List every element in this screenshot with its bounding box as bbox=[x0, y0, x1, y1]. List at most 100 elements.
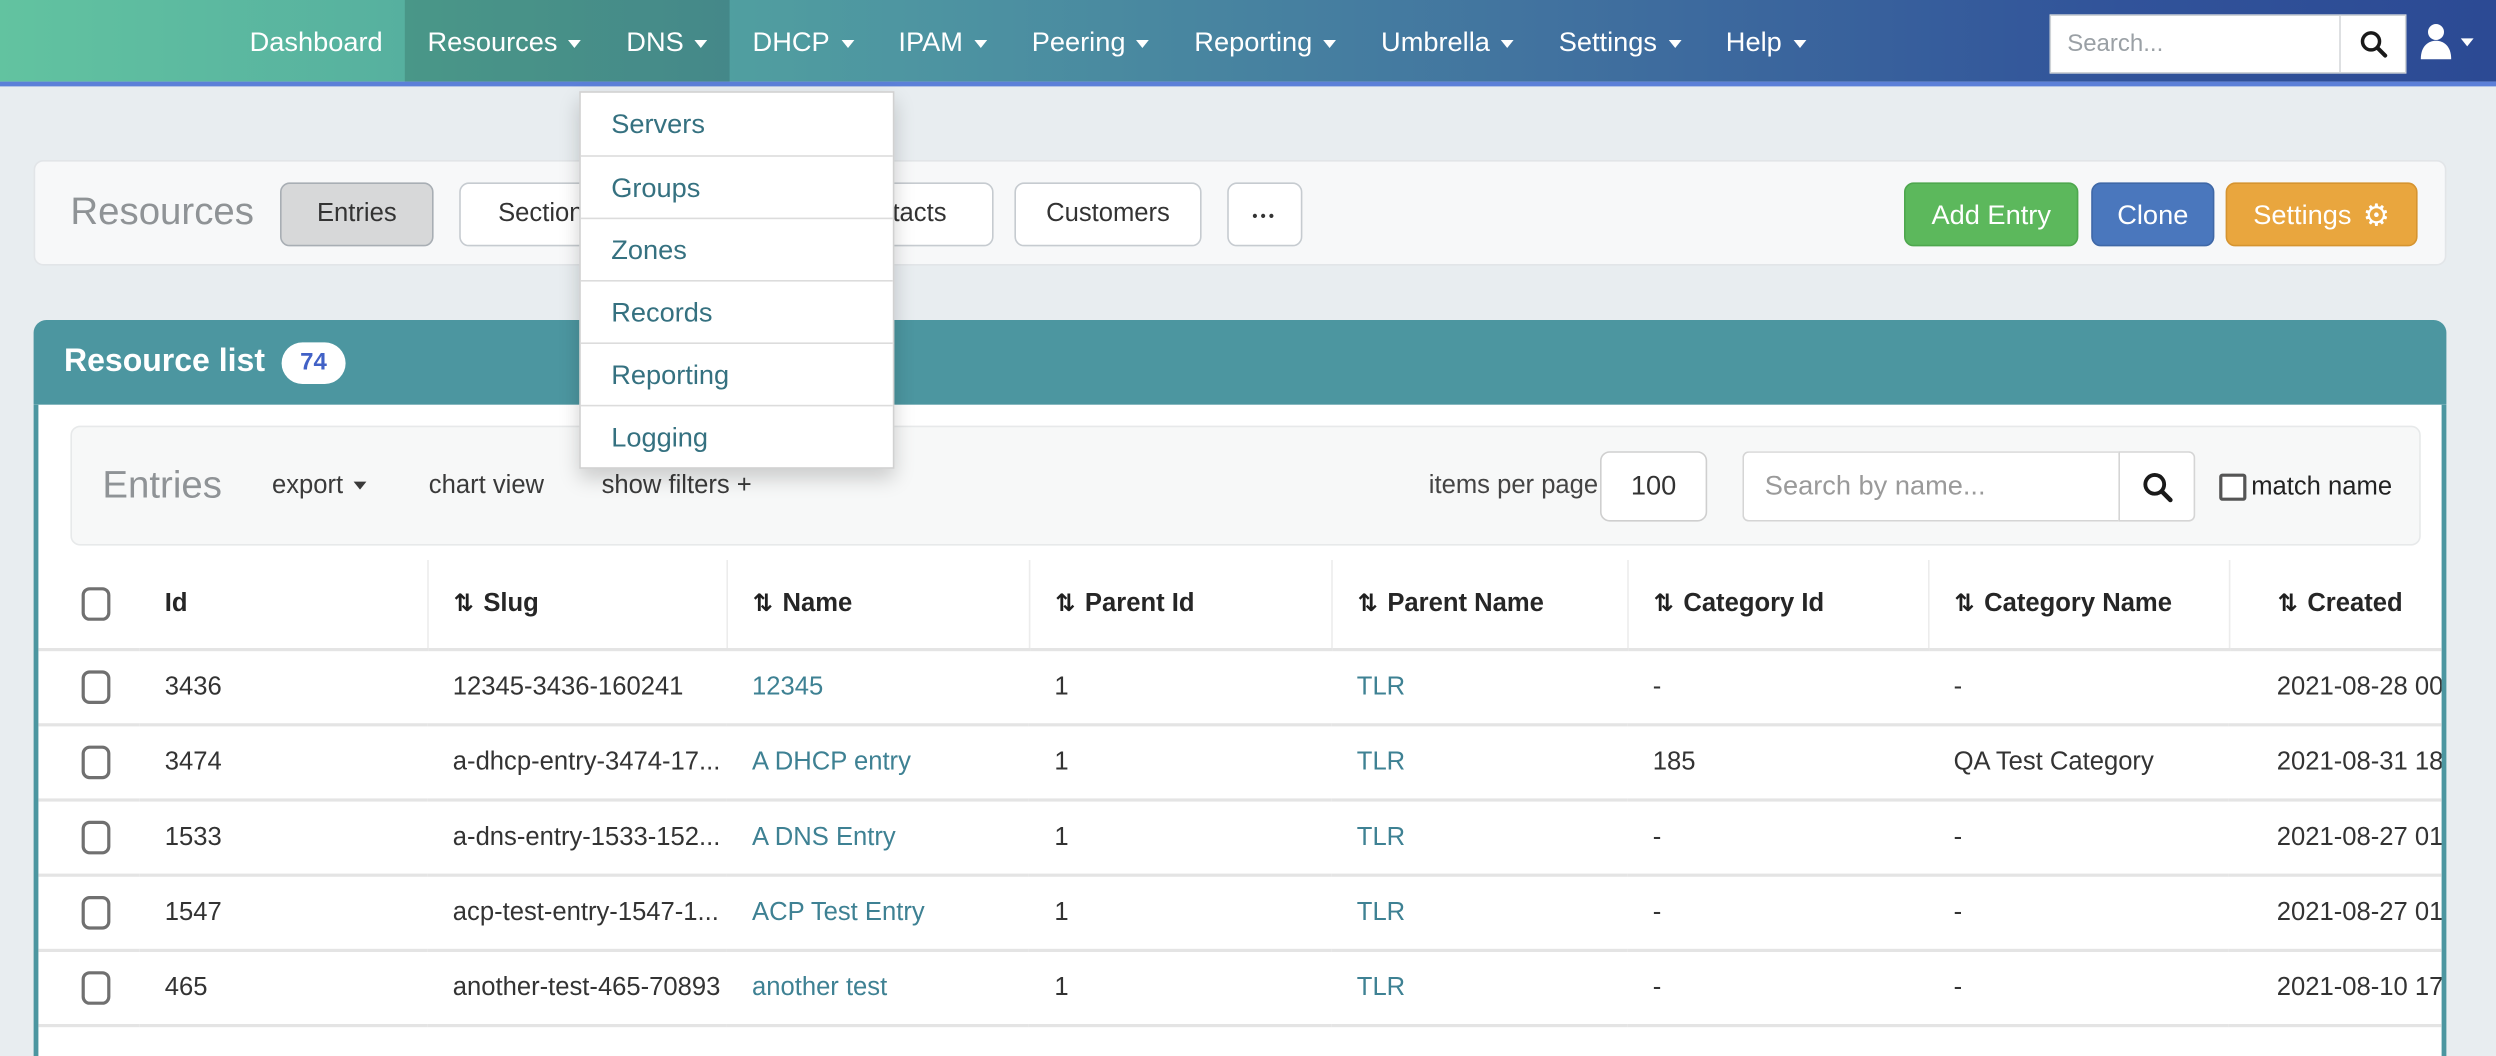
items-per-page-input[interactable] bbox=[1600, 451, 1707, 521]
more-tabs-button[interactable]: ••• bbox=[1227, 182, 1302, 246]
cell-category-id: 185 bbox=[1627, 725, 1928, 800]
global-search bbox=[2050, 14, 2407, 73]
nav-item-peering[interactable]: Peering bbox=[1009, 0, 1172, 82]
nav-label: Umbrella bbox=[1381, 27, 1490, 57]
column-label: Slug bbox=[483, 590, 538, 617]
menu-item-servers[interactable]: Servers bbox=[581, 93, 893, 155]
cell-slug: a-dns-entry-1533-152... bbox=[427, 800, 726, 875]
column-header-category-id[interactable]: ⇅Category Id bbox=[1627, 560, 1928, 650]
column-header-parent-name[interactable]: ⇅ Parent Name bbox=[1331, 560, 1627, 650]
menu-item-reporting[interactable]: Reporting bbox=[581, 342, 893, 404]
global-search-button[interactable] bbox=[2339, 16, 2405, 72]
cell-id: 3474 bbox=[139, 725, 427, 800]
entries-toolbar: Entries export chart view show filters +… bbox=[70, 426, 2420, 546]
entry-name-link[interactable]: 12345 bbox=[752, 673, 823, 700]
cell-slug: another-test-465-70893 bbox=[427, 950, 726, 1025]
column-header-slug[interactable]: ⇅ Slug bbox=[427, 560, 726, 650]
cell-category-id: - bbox=[1627, 950, 1928, 1025]
entry-name-link[interactable]: another test bbox=[752, 974, 887, 1001]
menu-item-logging[interactable]: Logging bbox=[581, 405, 893, 467]
column-label: Category Id bbox=[1683, 590, 1824, 617]
cell-id: 1547 bbox=[139, 875, 427, 950]
select-all-checkbox[interactable] bbox=[82, 587, 111, 621]
export-label: export bbox=[272, 472, 343, 499]
cell-category-id: - bbox=[1627, 800, 1928, 875]
row-checkbox[interactable] bbox=[82, 670, 111, 704]
menu-item-zones[interactable]: Zones bbox=[581, 218, 893, 280]
cell-parent-id: 1 bbox=[1029, 950, 1331, 1025]
resource-list-body: Entries export chart view show filters +… bbox=[34, 405, 2447, 1056]
row-checkbox[interactable] bbox=[82, 896, 111, 930]
entry-name-link[interactable]: A DHCP entry bbox=[752, 748, 911, 775]
parent-name-link[interactable]: TLR bbox=[1357, 823, 1405, 850]
resource-count-badge: 74 bbox=[281, 342, 346, 384]
nav-label: Reporting bbox=[1194, 27, 1312, 57]
resource-list-title: Resource list bbox=[64, 344, 265, 381]
settings-button[interactable]: Settings⚙ bbox=[2226, 182, 2418, 246]
nav-item-resources[interactable]: Resources bbox=[405, 0, 604, 82]
column-header-id[interactable]: Id bbox=[139, 560, 427, 650]
parent-name-link[interactable]: TLR bbox=[1357, 898, 1405, 925]
table-row bbox=[38, 1026, 2446, 1056]
nav-item-settings[interactable]: Settings bbox=[1536, 0, 1703, 82]
user-icon bbox=[2419, 22, 2453, 60]
chevron-down-icon bbox=[974, 40, 987, 48]
export-dropdown[interactable]: export bbox=[272, 427, 367, 544]
clone-button[interactable]: Clone bbox=[2091, 182, 2214, 246]
nav-item-help[interactable]: Help bbox=[1703, 0, 1828, 82]
parent-name-link[interactable]: TLR bbox=[1357, 673, 1405, 700]
parent-name-link[interactable]: TLR bbox=[1357, 974, 1405, 1001]
cell-id: 1533 bbox=[139, 800, 427, 875]
nav-item-reporting[interactable]: Reporting bbox=[1172, 0, 1359, 82]
column-header-category-name[interactable]: ⇅Category Name bbox=[1928, 560, 2229, 650]
chevron-down-icon bbox=[1501, 40, 1514, 48]
table-header-row: Id ⇅ Slug ⇅Name ⇅Parent Id ⇅ Parent Name ⇅… bbox=[38, 560, 2446, 650]
resource-list-header: Resource list 74 bbox=[34, 320, 2447, 405]
entry-name-link[interactable]: A DNS Entry bbox=[752, 823, 896, 850]
table-row: 3474 a-dhcp-entry-3474-17... A DHCP entr… bbox=[38, 725, 2446, 800]
row-checkbox[interactable] bbox=[82, 971, 111, 1005]
column-label: Parent Name bbox=[1387, 590, 1544, 617]
column-header-parent-id[interactable]: ⇅Parent Id bbox=[1029, 560, 1331, 650]
add-entry-button[interactable]: Add Entry bbox=[1904, 182, 2078, 246]
chevron-down-icon bbox=[354, 482, 367, 490]
parent-name-link[interactable]: TLR bbox=[1357, 748, 1405, 775]
items-per-page-label: items per page bbox=[1429, 427, 1598, 544]
user-menu[interactable] bbox=[2419, 22, 2473, 60]
nav-item-ipam[interactable]: IPAM bbox=[876, 0, 1009, 82]
sort-icon: ⇅ bbox=[454, 590, 474, 617]
row-checkbox[interactable] bbox=[82, 821, 111, 855]
name-search-button[interactable] bbox=[2118, 451, 2195, 521]
row-checkbox[interactable] bbox=[82, 746, 111, 780]
global-search-input[interactable] bbox=[2051, 16, 2339, 72]
nav-item-umbrella[interactable]: Umbrella bbox=[1359, 0, 1537, 82]
sort-icon: ⇅ bbox=[1358, 590, 1378, 617]
cell-slug: a-dhcp-entry-3474-17... bbox=[427, 725, 726, 800]
cell-created: 2021-08-31 18 bbox=[2229, 725, 2447, 800]
name-search-input[interactable] bbox=[1742, 451, 2118, 521]
search-icon bbox=[2140, 470, 2174, 504]
nav-label: Help bbox=[1726, 27, 1782, 57]
entries-table-wrap: Id ⇅ Slug ⇅Name ⇅Parent Id ⇅ Parent Name ⇅… bbox=[38, 560, 2446, 1056]
nav-label: Resources bbox=[427, 27, 557, 57]
menu-item-records[interactable]: Records bbox=[581, 280, 893, 342]
chart-view-link[interactable]: chart view bbox=[429, 427, 544, 544]
nav-item-dhcp[interactable]: DHCP bbox=[730, 0, 876, 82]
entry-name-link[interactable]: ACP Test Entry bbox=[752, 898, 925, 925]
cell-slug: acp-test-entry-1547-1... bbox=[427, 875, 726, 950]
column-header-name[interactable]: ⇅Name bbox=[726, 560, 1028, 650]
match-name-checkbox[interactable] bbox=[2219, 474, 2246, 501]
match-name-option[interactable]: match name bbox=[2219, 427, 2392, 547]
column-label: Category Name bbox=[1984, 590, 2172, 617]
menu-item-groups[interactable]: Groups bbox=[581, 155, 893, 217]
tab-entries[interactable]: Entries bbox=[280, 182, 434, 246]
chevron-down-icon bbox=[2461, 38, 2474, 46]
chevron-down-icon bbox=[1793, 40, 1806, 48]
tab-customers[interactable]: Customers bbox=[1014, 182, 1201, 246]
settings-button-label: Settings bbox=[2253, 200, 2351, 230]
column-header-created[interactable]: ⇅Created bbox=[2229, 560, 2447, 650]
nav-item-dns[interactable]: DNS bbox=[604, 0, 730, 82]
nav-item-dashboard[interactable]: Dashboard bbox=[227, 0, 405, 82]
cell-id: 3436 bbox=[139, 650, 427, 725]
cell-parent-id: 1 bbox=[1029, 800, 1331, 875]
